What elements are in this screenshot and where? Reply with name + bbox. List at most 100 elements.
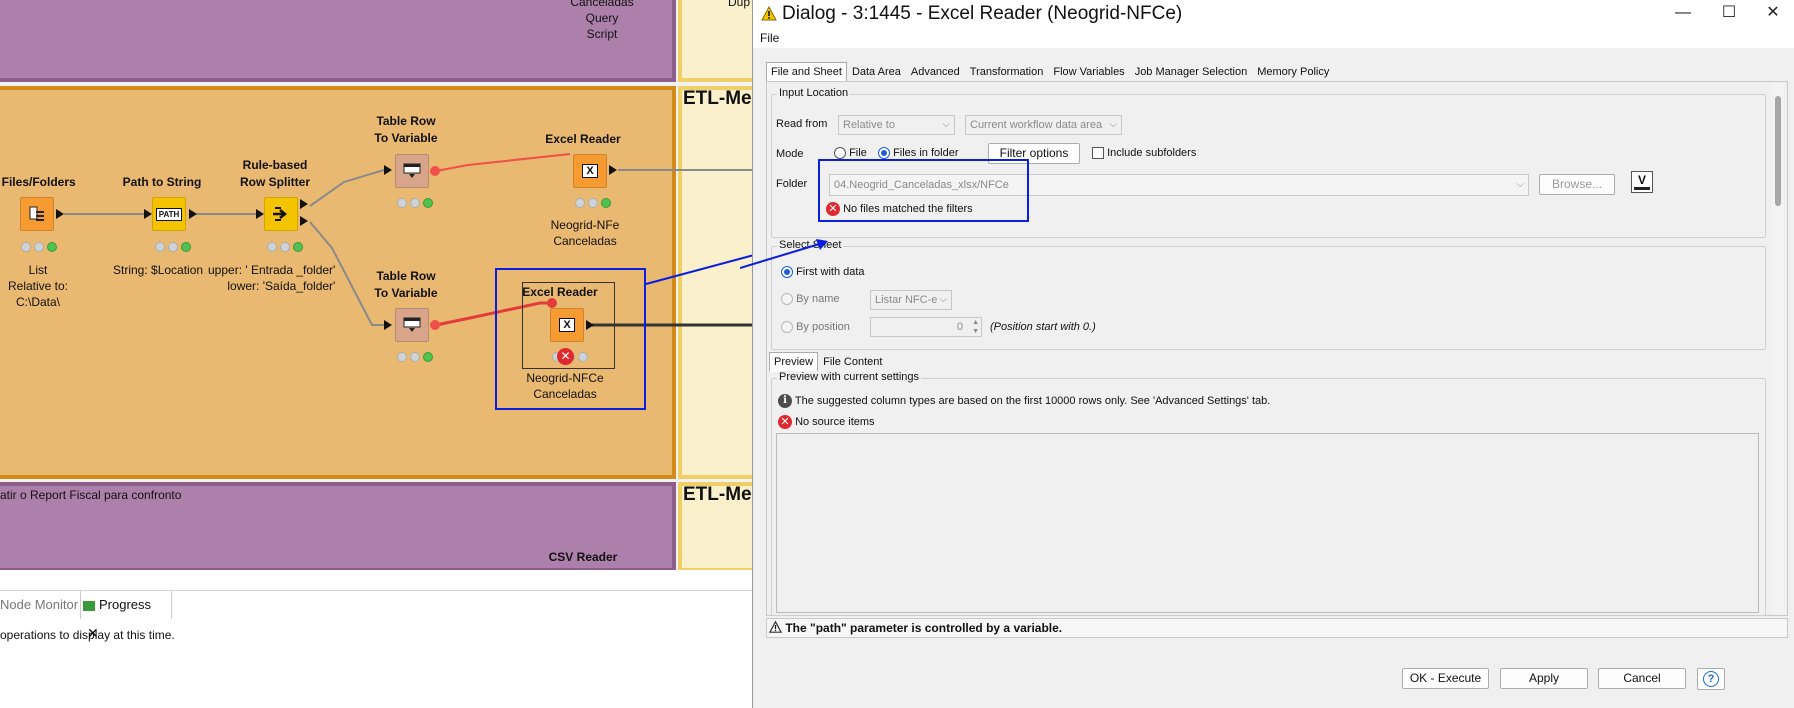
chevron-down-icon: ⌵	[939, 294, 947, 305]
chevron-down-icon: ⌵	[1109, 119, 1117, 130]
monitor-message: operations to display at this time.	[0, 628, 175, 642]
spinner-arrows-icon: ▲ ▼	[972, 319, 979, 335]
menu-file[interactable]: File	[760, 31, 779, 45]
warning-icon	[761, 6, 777, 21]
tab-preview[interactable]: Preview	[769, 352, 819, 372]
table-row-var-1-node-icon[interactable]	[395, 154, 429, 188]
maximize-button[interactable]: ☐	[1706, 0, 1752, 26]
position-spinner: 0 ▲ ▼	[870, 317, 982, 337]
tab-progress[interactable]: Progress ✕	[80, 591, 172, 641]
node-status-lights	[267, 242, 303, 252]
position-hint: (Position start with 0.)	[990, 321, 1096, 333]
preview-info-message: i The suggested column types are based o…	[778, 394, 1270, 408]
mode-files-in-folder-radio[interactable]: Files in folder	[878, 147, 958, 160]
output-port-upper[interactable]	[300, 199, 308, 209]
flow-variable-in-port[interactable]	[547, 298, 557, 308]
node-title-table-row-var-1: Table Row To Variable	[374, 114, 438, 145]
tab-file-and-sheet[interactable]: File and Sheet	[766, 62, 847, 82]
tab-memory-policy[interactable]: Memory Policy	[1252, 62, 1334, 82]
dialog-title: Dialog - 3:1445 - Excel Reader (Neogrid-…	[782, 3, 1183, 24]
read-from-label: Read from	[776, 118, 828, 130]
tab-advanced[interactable]: Advanced	[906, 62, 965, 82]
node-error-icon: ✕	[557, 348, 574, 365]
close-button[interactable]: ✕	[1750, 0, 1794, 26]
preview-group: Preview with current settings i The sugg…	[771, 371, 1766, 616]
chevron-down-icon: ⌵	[1516, 179, 1524, 190]
flow-variable-button[interactable]: V	[1631, 171, 1653, 193]
folder-list-icon	[29, 206, 44, 221]
node-label-excel-reader-1: Neogrid-NFe Canceladas	[550, 218, 620, 248]
preview-error-message: ✕ No source items	[778, 415, 875, 429]
scrollbar-thumb[interactable]	[1775, 96, 1781, 206]
input-port[interactable]	[144, 209, 152, 219]
mode-file-radio[interactable]: File	[834, 147, 867, 160]
sheet-name-combo: Listar NFC-e ⌵	[870, 290, 952, 310]
minimize-button[interactable]: —	[1660, 0, 1706, 26]
output-port[interactable]	[609, 165, 617, 175]
monitor-panel: Node Monitor Progress ✕ operations to di…	[0, 590, 752, 708]
read-from-target-combo: Current workflow data area ⌵	[965, 115, 1122, 135]
path-to-string-node-icon[interactable]: PATH	[152, 197, 186, 231]
vertical-scrollbar[interactable]	[1772, 84, 1784, 614]
list-files-node-icon[interactable]	[20, 197, 54, 231]
error-icon: ✕	[778, 415, 792, 429]
highlight-arrow-shaft	[740, 241, 827, 269]
output-port-lower[interactable]	[300, 216, 308, 226]
row-splitter-node-icon[interactable]	[264, 197, 298, 231]
table-variable-icon	[403, 163, 421, 178]
node-label-list-files: List Relative to: C:\Data\	[7, 263, 69, 309]
by-name-radio: By name	[781, 293, 839, 306]
excel-reader-1-node-icon[interactable]: X	[573, 154, 607, 188]
node-title-table-row-var-2: Table Row To Variable	[374, 269, 438, 300]
input-port[interactable]	[384, 165, 392, 175]
highlight-arrow-overlay	[740, 239, 828, 269]
warning-icon	[768, 620, 783, 633]
ok-execute-button[interactable]: OK - Execute	[1402, 668, 1489, 689]
help-icon: ?	[1703, 671, 1719, 687]
node-title-csv-reader: CSV Reader	[548, 550, 618, 564]
input-port[interactable]	[384, 320, 392, 330]
apply-button[interactable]: Apply	[1500, 668, 1588, 689]
output-port[interactable]	[189, 209, 197, 219]
node-title-path-to-string: Path to String	[122, 175, 202, 189]
node-label-excel-reader-2: Neogrid-NFCe Canceladas	[526, 371, 604, 401]
tab-data-area[interactable]: Data Area	[847, 62, 906, 82]
node-title-excel-reader-1: Excel Reader	[545, 132, 621, 146]
path-icon: PATH	[155, 207, 183, 221]
flow-variable-port[interactable]	[430, 320, 440, 330]
node-status-lights	[155, 242, 191, 252]
excel-reader-2-node-icon[interactable]: X	[550, 308, 584, 342]
flow-variable-port[interactable]	[430, 166, 440, 176]
file-and-sheet-panel: Input Location Read from Relative to ⌵ Cu…	[766, 81, 1788, 616]
table-variable-icon	[403, 317, 421, 332]
tab-transformation[interactable]: Transformation	[965, 62, 1049, 82]
dialog-titlebar[interactable]: Dialog - 3:1445 - Excel Reader (Neogrid-…	[753, 0, 1794, 30]
output-port[interactable]	[56, 209, 64, 219]
read-from-combo: Relative to ⌵	[838, 115, 955, 135]
output-port[interactable]	[586, 320, 594, 330]
cancel-button[interactable]: Cancel	[1598, 668, 1686, 689]
include-subfolders-checkbox[interactable]: Include subfolders	[1092, 147, 1196, 160]
select-sheet-group: Select Sheet First with data By name Lis…	[771, 239, 1766, 350]
node-label-row-splitter: upper: ' Entrada _folder' lower: 'Saída_…	[208, 263, 336, 293]
info-icon: i	[778, 394, 792, 408]
chevron-down-icon: ⌵	[942, 119, 950, 130]
tab-node-monitor[interactable]: Node Monitor	[0, 591, 78, 619]
help-button[interactable]: ?	[1697, 668, 1725, 690]
tab-flow-variables[interactable]: Flow Variables	[1048, 62, 1129, 82]
input-port[interactable]	[256, 209, 264, 219]
table-row-var-2-node-icon[interactable]	[395, 308, 429, 342]
dialog-menubar: File	[753, 30, 1794, 48]
split-arrows-icon	[273, 207, 288, 221]
node-title-list-files: t Files/Folders	[0, 175, 76, 189]
node-status-lights	[397, 198, 433, 208]
node-label-path-to-string: String: $Location	[113, 263, 204, 277]
preview-table-area[interactable]	[776, 433, 1759, 613]
preview-tabs: Preview File Content	[769, 352, 887, 372]
workflow-canvas[interactable]: Canceladas Query Script Dup ETL-Me atir …	[0, 0, 752, 570]
highlight-box-folder	[818, 159, 1029, 222]
flow-var-connection-1	[435, 153, 571, 172]
tab-file-content[interactable]: File Content	[818, 352, 887, 372]
dialog-tabs: File and Sheet Data Area Advanced Transf…	[766, 62, 1334, 82]
tab-job-manager-selection[interactable]: Job Manager Selection	[1130, 62, 1253, 82]
